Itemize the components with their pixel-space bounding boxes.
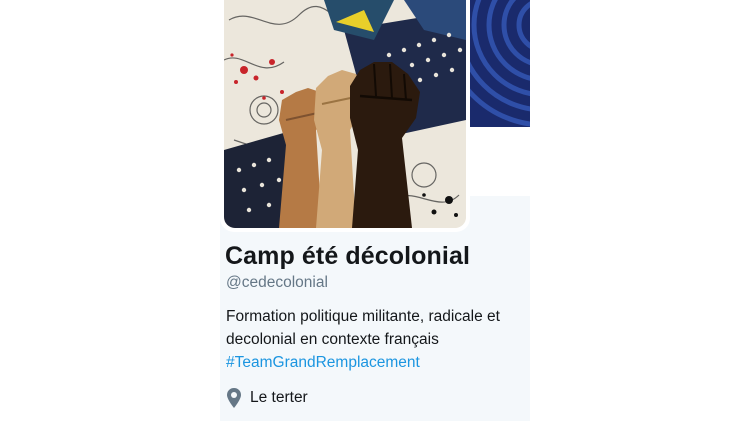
- profile-location: Le terter: [226, 387, 308, 409]
- bio-line: Formation politique militante, radicale …: [226, 308, 500, 325]
- link-icon: [229, 417, 241, 421]
- avatar[interactable]: [224, 0, 466, 228]
- raised-fists-artwork: [224, 0, 466, 228]
- profile-banner[interactable]: [469, 0, 530, 127]
- profile-handle[interactable]: @cedecolonial: [226, 274, 328, 292]
- avatar-frame: [220, 0, 470, 232]
- banner-image: [469, 0, 530, 127]
- bio-hashtag-link[interactable]: #TeamGrandRemplacement: [226, 351, 526, 374]
- location-text: Le terter: [250, 389, 308, 406]
- profile-display-name[interactable]: Camp été décolonial: [225, 242, 470, 271]
- profile-bio: Formation politique militante, radicale …: [226, 305, 526, 374]
- profile-page: Camp été décolonial @cedecolonial Format…: [0, 0, 750, 421]
- map-pin-icon: [226, 387, 242, 409]
- bio-line: decolonial en contexte français: [226, 331, 439, 348]
